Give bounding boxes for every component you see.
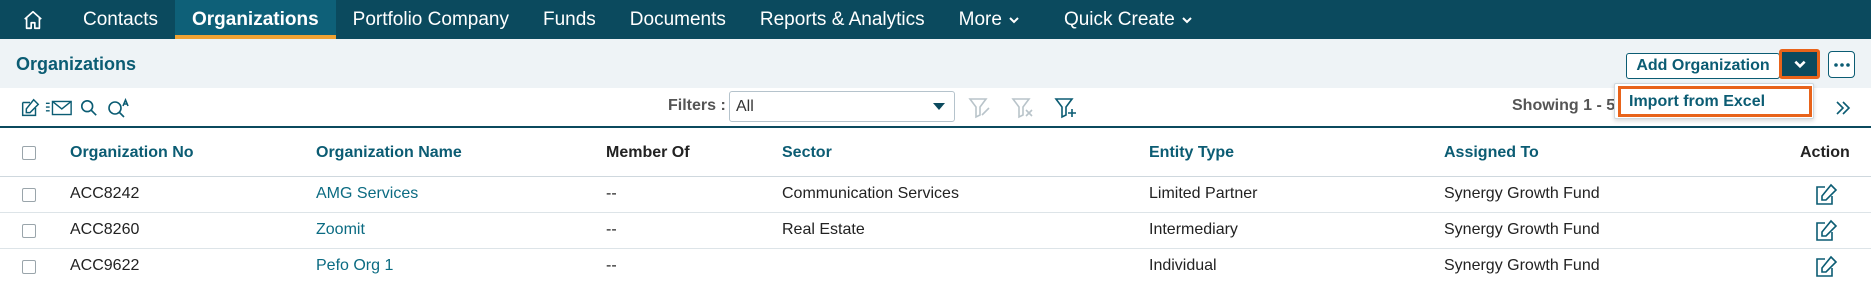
row-checkbox[interactable]	[22, 260, 36, 274]
filter-edit-icon	[968, 98, 990, 119]
row-checkbox[interactable]	[22, 188, 36, 202]
nav-organizations[interactable]: Organizations	[174, 0, 336, 39]
table-header: Organization No Organization Name Member…	[0, 129, 1871, 177]
filters-label: Filters :	[668, 97, 726, 114]
nav-contacts-label: Contacts	[83, 8, 158, 30]
cell-assigned-to: Synergy Growth Fund	[1444, 185, 1600, 202]
chevron-down-icon	[1793, 60, 1806, 69]
chevron-down-icon	[1182, 16, 1192, 23]
column-header-action: Action	[1800, 144, 1850, 161]
home-icon	[24, 10, 42, 29]
nav-quick-create[interactable]: Quick Create	[1047, 0, 1210, 39]
mass-edit-button[interactable]	[17, 96, 43, 120]
list-toolbar: Filters : All Showing 1 - 5	[0, 88, 1871, 128]
apply-filter-button[interactable]	[967, 96, 993, 120]
filters-select-value: All	[736, 97, 754, 115]
cell-org-name-link[interactable]: Zoomit	[316, 221, 365, 239]
nav-portfolio-company-label: Portfolio Company	[352, 8, 509, 30]
search-button[interactable]	[76, 96, 102, 120]
cell-sector: Communication Services	[782, 185, 959, 202]
table-row: ACC8260 Zoomit -- Real Estate Intermedia…	[0, 213, 1871, 249]
more-actions-button[interactable]	[1828, 51, 1855, 78]
filter-add-icon	[1054, 98, 1076, 119]
column-header-entity-type[interactable]: Entity Type	[1149, 144, 1234, 162]
add-filter-button[interactable]	[1053, 96, 1079, 120]
cell-org-no: ACC9622	[70, 257, 140, 274]
nav-portfolio-company[interactable]: Portfolio Company	[336, 0, 526, 39]
double-chevron-right-icon	[1836, 101, 1851, 115]
nav-funds-label: Funds	[542, 8, 596, 30]
cell-member-of: --	[606, 221, 617, 238]
send-email-button[interactable]	[44, 96, 74, 120]
cell-org-no: ACC8260	[70, 221, 140, 238]
more-horizontal-icon	[1833, 62, 1850, 67]
nav-documents-label: Documents	[629, 8, 726, 30]
table-row: ACC9622 Pefo Org 1 -- Individual Synergy…	[0, 249, 1871, 283]
page-header: Organizations	[0, 39, 1871, 88]
nav-contacts[interactable]: Contacts	[66, 0, 175, 39]
page-title: Organizations	[16, 54, 137, 74]
cell-entity-type: Limited Partner	[1149, 185, 1258, 202]
nav-reports-analytics[interactable]: Reports & Analytics	[743, 0, 942, 39]
clear-filter-button[interactable]	[1010, 96, 1036, 120]
filters-select[interactable]: All	[729, 91, 955, 122]
email-icon	[45, 100, 72, 116]
nav-quick-create-label: Quick Create	[1063, 8, 1175, 30]
row-edit-button[interactable]	[1814, 183, 1838, 207]
search-icon	[80, 99, 97, 116]
caret-down-icon	[933, 103, 945, 110]
advanced-search-icon	[108, 98, 129, 118]
row-edit-button[interactable]	[1814, 219, 1838, 243]
table-row: ACC8242 AMG Services -- Communication Se…	[0, 177, 1871, 213]
nav-documents[interactable]: Documents	[613, 0, 743, 39]
add-options-dropdown-button[interactable]	[1779, 49, 1820, 79]
edit-icon	[1816, 255, 1838, 277]
nav-reports-analytics-label: Reports & Analytics	[759, 8, 925, 30]
column-header-member-of: Member Of	[606, 144, 690, 161]
cell-member-of: --	[606, 257, 617, 274]
chevron-down-icon	[1009, 16, 1019, 23]
cell-member-of: --	[606, 185, 617, 202]
edit-icon	[21, 98, 40, 117]
row-edit-button[interactable]	[1814, 255, 1838, 279]
advanced-search-button[interactable]	[106, 96, 132, 120]
cell-entity-type: Individual	[1149, 257, 1217, 274]
cell-org-name-link[interactable]: Pefo Org 1	[316, 257, 393, 275]
nav-more-label: More	[958, 8, 1002, 30]
filter-clear-icon	[1011, 98, 1033, 119]
cell-sector: Real Estate	[782, 221, 865, 238]
pagination-status: Showing 1 - 5	[1512, 97, 1616, 114]
cell-assigned-to: Synergy Growth Fund	[1444, 257, 1600, 274]
row-checkbox[interactable]	[22, 224, 36, 238]
nav-more[interactable]: More	[942, 0, 1037, 39]
cell-assigned-to: Synergy Growth Fund	[1444, 221, 1600, 238]
cell-org-no: ACC8242	[70, 185, 140, 202]
cell-org-name-link[interactable]: AMG Services	[316, 185, 418, 203]
import-from-excel-menu-item[interactable]: Import from Excel	[1618, 86, 1812, 117]
nav-funds[interactable]: Funds	[526, 0, 613, 39]
column-header-org-no[interactable]: Organization No	[70, 144, 194, 162]
top-nav: Contacts Organizations Portfolio Company…	[0, 0, 1871, 39]
column-header-assigned-to[interactable]: Assigned To	[1444, 144, 1539, 162]
column-header-sector[interactable]: Sector	[782, 144, 832, 162]
edit-icon	[1816, 219, 1838, 241]
cell-entity-type: Intermediary	[1149, 221, 1238, 238]
home-button[interactable]	[0, 0, 66, 39]
select-all-checkbox[interactable]	[22, 146, 36, 160]
expand-panel-button[interactable]	[1830, 96, 1856, 120]
nav-organizations-label: Organizations	[191, 8, 319, 30]
add-organization-button[interactable]: Add Organization	[1626, 53, 1780, 79]
column-header-org-name[interactable]: Organization Name	[316, 144, 462, 162]
edit-icon	[1816, 183, 1838, 205]
